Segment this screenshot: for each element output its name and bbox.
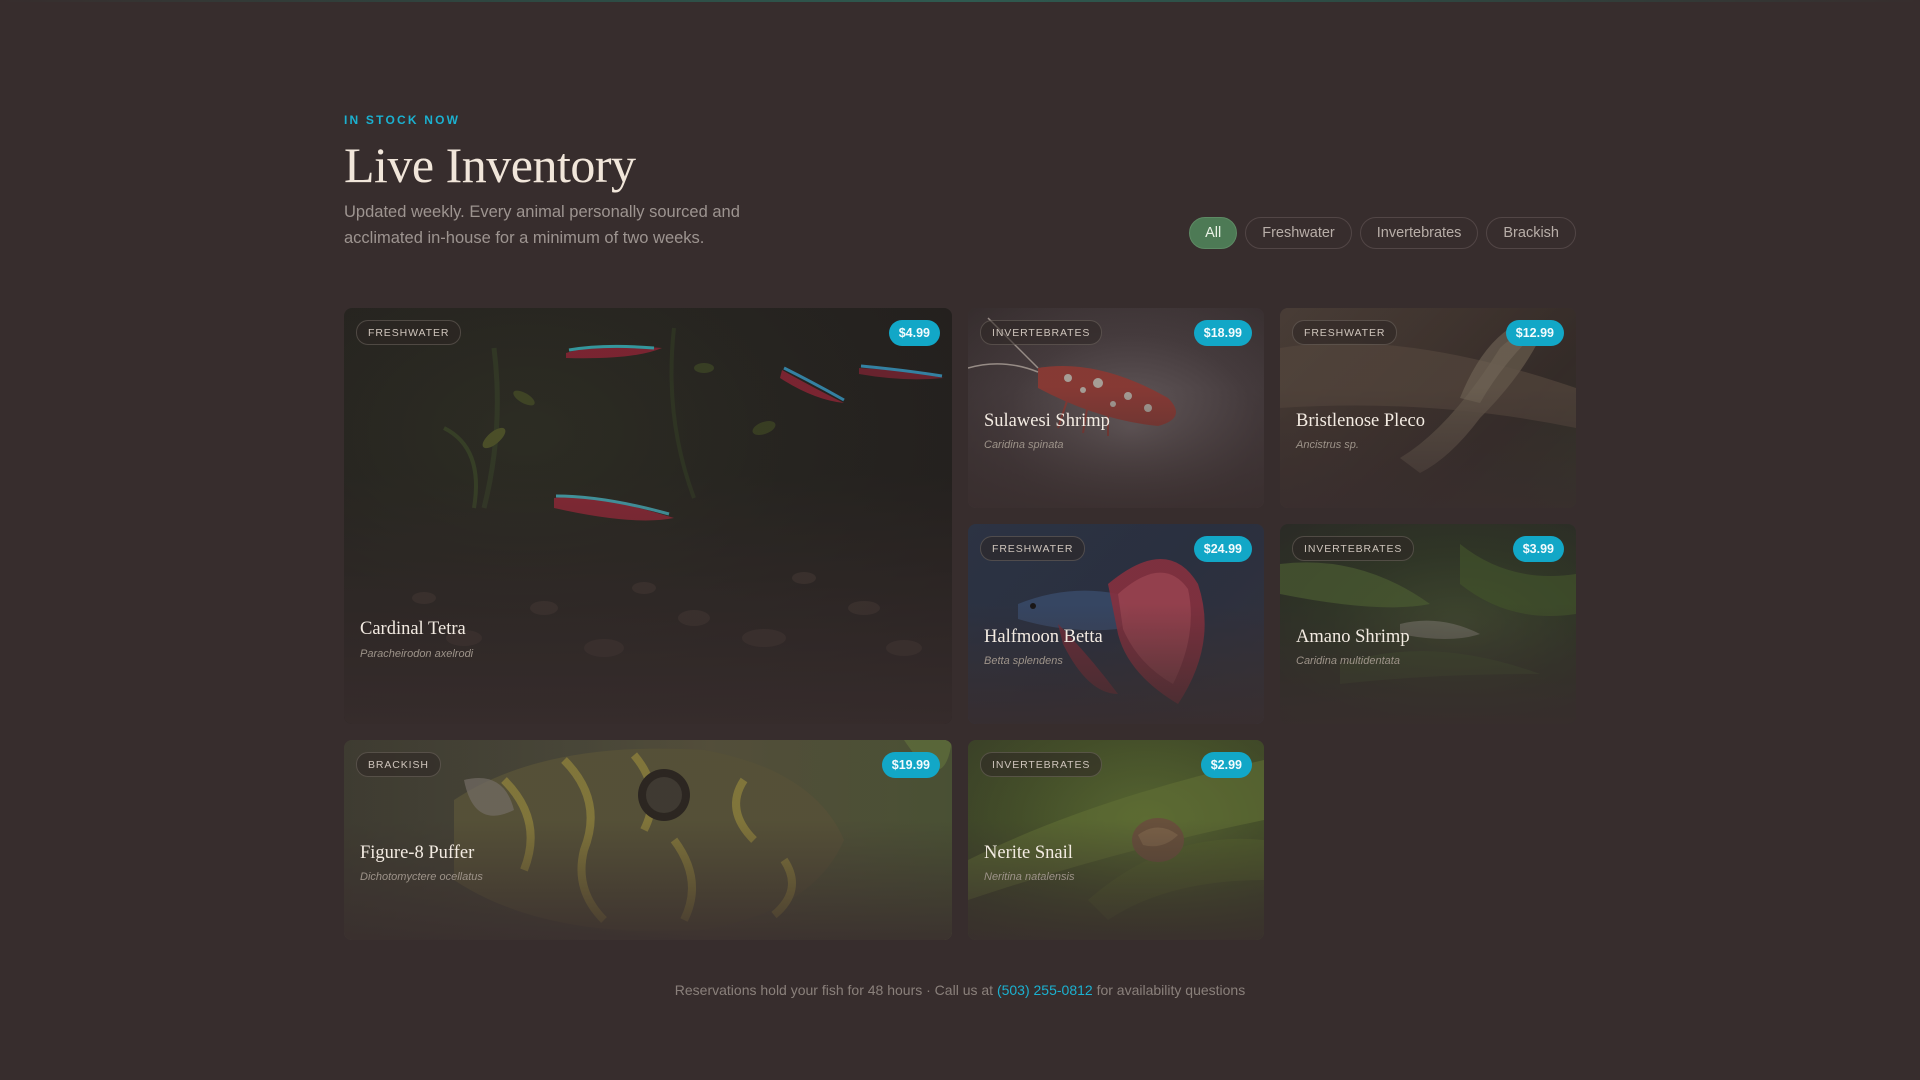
product-card-amano-shrimp[interactable]: INVERTEBRATES $3.99 Amano Shrimp Caridin… [1280,524,1576,724]
top-accent-line [0,0,1920,2]
filter-bar: All Freshwater Invertebrates Brackish [1189,217,1576,249]
price-badge: $18.99 [1193,320,1252,346]
category-badge: FRESHWATER [1292,320,1398,345]
product-card-halfmoon-betta[interactable]: FRESHWATER $24.99 Halfmoon Betta Betta s… [968,524,1264,724]
scientific-name: Betta splendens [984,655,1063,667]
filter-invertebrates[interactable]: Invertebrates [1359,217,1479,249]
product-grid: FRESHWATER $4.99 Cardinal Tetra Parachei… [344,308,1576,940]
scientific-name: Dichotomyctere ocellatus [360,871,483,883]
price-badge: $24.99 [1193,536,1252,562]
product-name: Amano Shrimp [1296,627,1410,647]
product-name: Sulawesi Shrimp [984,411,1110,431]
product-card-sulawesi-shrimp[interactable]: INVERTEBRATES $18.99 Sulawesi Shrimp Car… [968,308,1264,508]
filter-all[interactable]: All [1189,217,1238,249]
price-badge: $2.99 [1200,752,1252,778]
phone-link[interactable]: (503) 255-0812 [997,982,1093,998]
category-badge: INVERTEBRATES [980,320,1103,345]
card-overlay [344,308,952,724]
section-subtitle: Updated weekly. Every animal personally … [344,203,740,247]
footer-note: Reservations hold your fish for 48 hours… [344,982,1576,998]
category-badge: FRESHWATER [980,536,1086,561]
category-badge: INVERTEBRATES [1292,536,1415,561]
product-card-nerite-snail[interactable]: INVERTEBRATES $2.99 Nerite Snail Neritin… [968,740,1264,940]
price-badge: $4.99 [888,320,940,346]
product-name: Cardinal Tetra [360,619,466,639]
product-card-bristlenose-pleco[interactable]: FRESHWATER $12.99 Bristlenose Pleco Anci… [1280,308,1576,508]
page-title: Live Inventory [344,137,636,193]
category-badge: BRACKISH [356,752,441,777]
section-eyebrow: IN STOCK NOW [344,113,461,127]
price-badge: $12.99 [1505,320,1564,346]
product-name: Figure-8 Puffer [360,843,475,863]
price-badge: $3.99 [1512,536,1564,562]
category-badge: INVERTEBRATES [980,752,1103,777]
footer-text-end: for availability questions [1096,982,1246,998]
product-name: Bristlenose Pleco [1296,411,1425,431]
filter-brackish[interactable]: Brackish [1486,217,1576,249]
product-card-figure-8-puffer[interactable]: BRACKISH $19.99 Figure-8 Puffer Dichotom… [344,740,952,940]
scientific-name: Paracheirodon axelrodi [360,648,474,660]
scientific-name: Neritina natalensis [984,871,1075,883]
scientific-name: Ancistrus sp. [1296,439,1359,451]
footer-text: Reservations hold your fish for 48 hours… [674,982,994,998]
product-name: Halfmoon Betta [984,627,1103,647]
product-name: Nerite Snail [984,843,1073,863]
scientific-name: Caridina multidentata [1296,655,1400,667]
filter-freshwater[interactable]: Freshwater [1245,217,1352,249]
price-badge: $19.99 [881,752,940,778]
category-badge: FRESHWATER [356,320,462,345]
product-card-cardinal-tetra[interactable]: FRESHWATER $4.99 Cardinal Tetra Parachei… [344,308,952,724]
scientific-name: Caridina spinata [984,439,1064,451]
